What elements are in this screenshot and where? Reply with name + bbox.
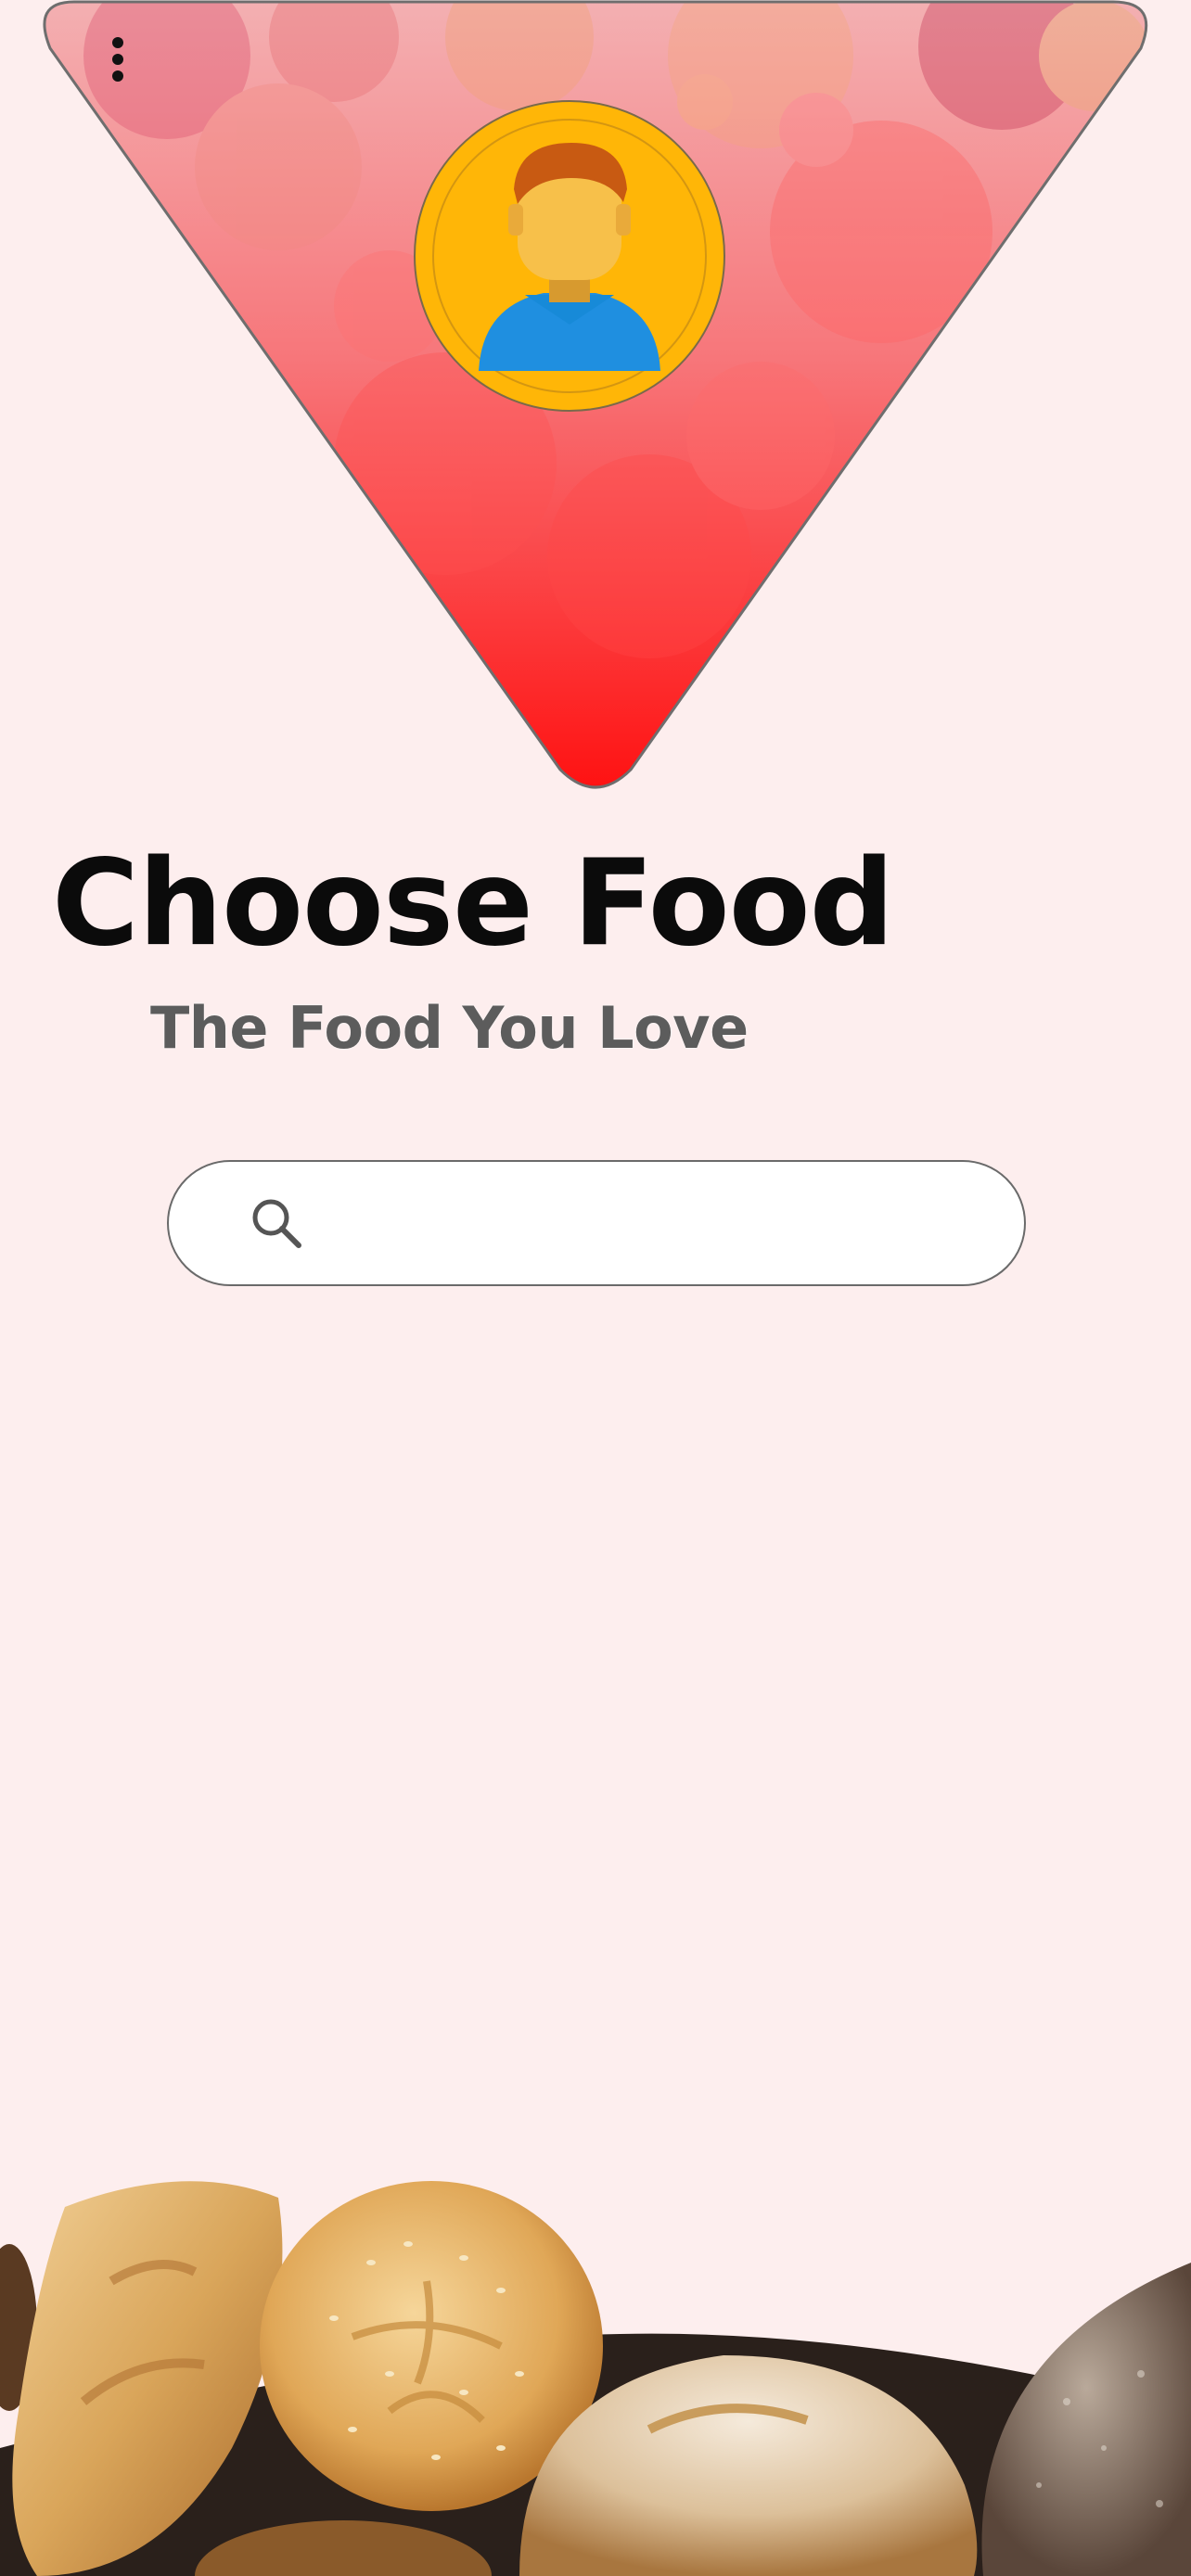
avatar[interactable] (414, 100, 725, 412)
user-avatar-icon (479, 143, 660, 371)
page-title: Choose Food (52, 835, 894, 973)
page-subtitle: The Food You Love (150, 994, 749, 1062)
bread-decoration-image (0, 2181, 1191, 2576)
screen: Choose Food The Food You Love (0, 0, 1191, 2576)
more-vertical-icon (112, 37, 123, 48)
search-input[interactable] (328, 1162, 968, 1284)
search-icon[interactable] (247, 1193, 306, 1253)
search-bar[interactable] (167, 1160, 1026, 1286)
more-options-button[interactable] (97, 30, 138, 89)
